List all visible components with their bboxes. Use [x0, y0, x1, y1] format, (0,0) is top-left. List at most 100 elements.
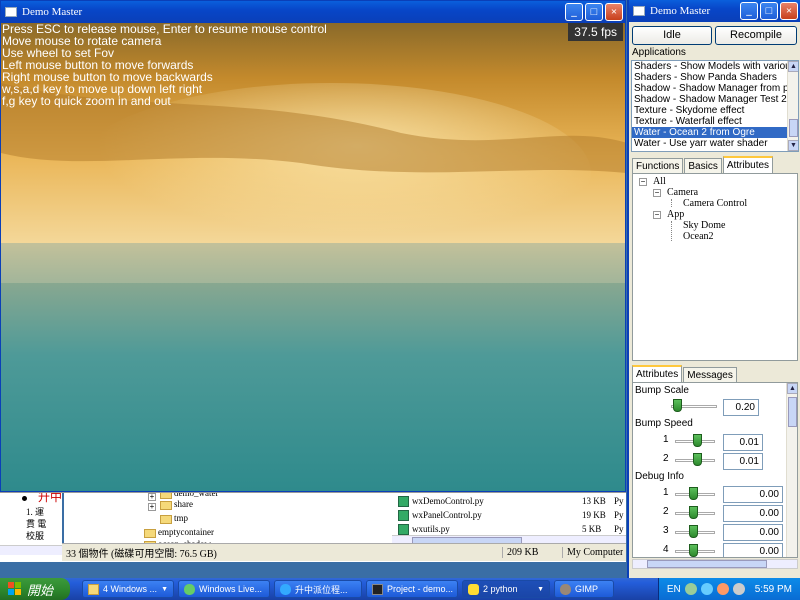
task-python[interactable]: 2 python ▼: [462, 580, 550, 598]
volume-icon[interactable]: [732, 583, 745, 595]
application-item[interactable]: Shaders - Show Panda Shaders: [632, 72, 798, 83]
file-name[interactable]: wxutils.py: [412, 523, 450, 535]
vertical-scrollbar[interactable]: ▲ ▼: [787, 61, 798, 151]
debug-info-index: 4: [663, 544, 669, 555]
slider-thumb[interactable]: [689, 525, 698, 538]
horizontal-scrollbar[interactable]: [632, 559, 798, 569]
scrollbar-thumb[interactable]: [789, 119, 798, 137]
scrollbar-thumb[interactable]: [647, 560, 767, 568]
scroll-up-icon[interactable]: ▲: [788, 61, 798, 72]
application-item[interactable]: Texture - Skydome effect: [632, 105, 798, 116]
language-indicator[interactable]: EN: [667, 584, 681, 595]
clock[interactable]: 5:59 PM: [755, 584, 792, 595]
collapse-icon[interactable]: −: [653, 189, 661, 197]
start-button[interactable]: 開始: [0, 578, 70, 600]
network-icon[interactable]: [684, 583, 697, 595]
python-file-icon: [398, 524, 409, 535]
security-icon[interactable]: [716, 583, 729, 595]
task-windows-explorer[interactable]: 4 Windows ... ▼: [82, 580, 174, 598]
scroll-up-icon[interactable]: ▲: [787, 383, 797, 394]
task-label: Project - demo...: [387, 584, 454, 594]
close-icon[interactable]: ×: [780, 2, 798, 20]
sea-reflection: [1, 243, 625, 283]
vertical-scrollbar[interactable]: ▲: [786, 383, 797, 557]
panel-window: Demo Master _ □ × Idle Recompile Applica…: [627, 0, 800, 578]
messenger-tray-icon[interactable]: [700, 583, 713, 595]
tree-node-ocean2[interactable]: Ocean2: [683, 231, 714, 242]
bullet-icon: [22, 496, 27, 501]
file-name[interactable]: wxDemoControl.py: [412, 495, 484, 507]
tree-node-camera[interactable]: Camera: [667, 187, 698, 198]
slider-thumb[interactable]: [689, 506, 698, 519]
explorer-folder-tree: + demo_water + share tmp emptycontainer …: [62, 493, 392, 550]
tree-node-app[interactable]: App: [667, 209, 684, 220]
slider-thumb[interactable]: [673, 399, 682, 412]
slider-thumb[interactable]: [689, 544, 698, 557]
debug-info-value-2[interactable]: 0.00: [723, 505, 783, 522]
folder-icon: [160, 515, 172, 524]
task-gimp[interactable]: GIMP: [554, 580, 614, 598]
bump-speed-value-1[interactable]: 0.01: [723, 434, 763, 451]
bump-speed-value-2[interactable]: 0.01: [723, 453, 763, 470]
render-window-title-bar[interactable]: Demo Master _ □ ×: [1, 1, 625, 23]
slider-thumb[interactable]: [689, 487, 698, 500]
horizontal-scrollbar[interactable]: [0, 545, 62, 555]
minimize-icon[interactable]: _: [740, 2, 758, 20]
application-item-selected[interactable]: Water - Ocean 2 from Ogre: [632, 127, 798, 138]
file-name[interactable]: wxPanelControl.py: [412, 509, 482, 521]
applications-list[interactable]: Shaders - Show Models with variou Shader…: [631, 60, 799, 152]
messenger-icon: [184, 583, 195, 595]
application-item[interactable]: Shadow - Shadow Manager from pi: [632, 83, 798, 94]
tree-node-camera-control[interactable]: Camera Control: [683, 198, 747, 209]
bump-speed-index: 1: [663, 434, 669, 445]
application-item[interactable]: Water - Use yarr water shader: [632, 138, 798, 149]
tab-basics[interactable]: Basics: [684, 158, 722, 174]
bump-scale-value[interactable]: 0.20: [723, 399, 759, 416]
debug-info-value-4[interactable]: 0.00: [723, 543, 783, 557]
scroll-down-icon[interactable]: ▼: [788, 140, 798, 151]
panel-window-title-bar[interactable]: Demo Master _ □ ×: [629, 0, 800, 22]
attribute-tree: − All − Camera Camera Control − App Sky …: [632, 173, 798, 361]
tab-messages[interactable]: Messages: [683, 367, 737, 383]
expand-icon[interactable]: +: [148, 493, 156, 501]
folder-item[interactable]: share: [174, 498, 193, 510]
debug-info-index: 1: [663, 487, 669, 498]
folder-item[interactable]: tmp: [174, 512, 188, 524]
taskbar: 開始 4 Windows ... ▼ Windows Live... 升中派位程…: [0, 578, 800, 600]
maximize-icon[interactable]: □: [585, 3, 603, 21]
expand-icon[interactable]: +: [148, 503, 156, 511]
slider-thumb[interactable]: [693, 453, 702, 466]
minimize-icon[interactable]: _: [565, 3, 583, 21]
maximize-icon[interactable]: □: [760, 2, 778, 20]
tree-node-all[interactable]: All: [653, 176, 666, 187]
application-item[interactable]: Texture - Waterfall effect: [632, 116, 798, 127]
application-item[interactable]: Shaders - Show Models with variou: [632, 61, 798, 72]
application-item[interactable]: Shadow - Shadow Manager Test 2: [632, 94, 798, 105]
scrollbar-thumb[interactable]: [788, 397, 797, 427]
task-ie[interactable]: 升中派位程...: [274, 580, 362, 598]
python-icon: [468, 583, 479, 595]
tab-functions[interactable]: Functions: [632, 158, 684, 174]
collapse-icon[interactable]: −: [653, 211, 661, 219]
file-type: Py: [614, 524, 624, 534]
task-label: GIMP: [575, 584, 599, 594]
debug-info-value-3[interactable]: 0.00: [723, 524, 783, 541]
close-icon[interactable]: ×: [605, 3, 623, 21]
tree-node-sky-dome[interactable]: Sky Dome: [683, 220, 726, 231]
task-label: 2 python: [483, 584, 518, 594]
collapse-icon[interactable]: −: [639, 178, 647, 186]
tab-attributes-bottom[interactable]: Attributes: [632, 365, 683, 383]
file-size: 13 KB: [582, 496, 606, 506]
slider-thumb[interactable]: [693, 434, 702, 447]
idle-button[interactable]: Idle: [632, 26, 712, 45]
folder-icon: [160, 501, 172, 510]
debug-info-value-1[interactable]: 0.00: [723, 486, 783, 503]
tab-attributes[interactable]: Attributes: [722, 156, 774, 174]
folder-item[interactable]: emptycontainer: [158, 526, 214, 538]
task-label: Windows Live...: [199, 584, 263, 594]
explorer-status-bar: 33 個物件 (磁碟可用空間: 76.5 GB) 209 KB My Compu…: [62, 543, 626, 561]
recompile-button[interactable]: Recompile: [715, 26, 797, 45]
task-windows-live[interactable]: Windows Live...: [178, 580, 270, 598]
status-text: 33 個物件 (磁碟可用空間: 76.5 GB): [66, 549, 217, 560]
task-project-demo[interactable]: Project - demo...: [366, 580, 458, 598]
